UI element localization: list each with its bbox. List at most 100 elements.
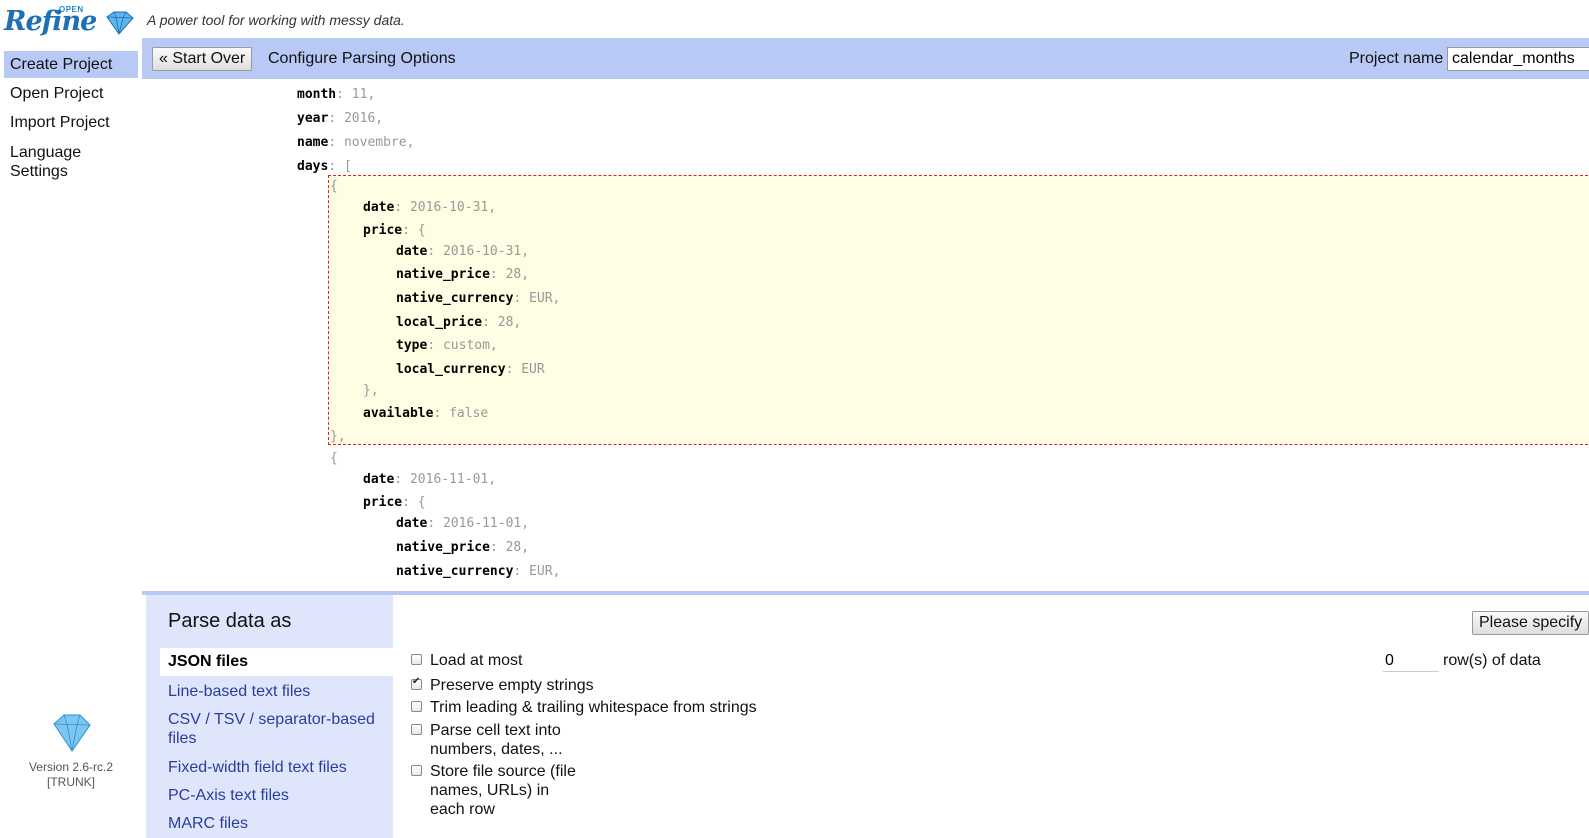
parse-cell-text-checkbox[interactable] (411, 724, 422, 735)
json-key: days (297, 159, 329, 174)
json-line: native_price: 28, (396, 539, 529, 557)
json-line: local_currency: EUR (396, 361, 545, 379)
rows-limit-input[interactable] (1383, 651, 1439, 672)
nav-import-project[interactable]: Import Project (4, 114, 138, 132)
json-value: : 2016-10-31, (427, 244, 530, 259)
version-branch: [TRUNK] (47, 775, 95, 789)
json-value: { (330, 451, 338, 466)
load-at-most-checkbox[interactable] (411, 654, 422, 665)
json-key: available (363, 406, 434, 421)
app-header: OPEN Refine A power tool for working wit… (0, 0, 1589, 38)
json-key: local_currency (396, 362, 506, 377)
please-specify-button[interactable]: Please specify (1472, 611, 1589, 635)
json-value: : 28, (482, 315, 522, 330)
logo-refine-text: Refine (4, 6, 97, 37)
preserve-empty-strings-checkbox[interactable] (411, 676, 422, 690)
rows-label: row(s) of data (1443, 652, 1541, 669)
json-line: native_currency: EUR, (396, 290, 560, 308)
json-key: price (363, 495, 403, 510)
json-key: year (297, 111, 329, 126)
format-json-files[interactable]: JSON files (160, 648, 393, 676)
json-line: local_price: 28, (396, 314, 521, 332)
start-over-button[interactable]: « Start Over (152, 47, 253, 71)
json-value: : EUR, (513, 291, 561, 306)
version-info: Version 2.6-rc.2 [TRUNK] (0, 760, 142, 790)
preserve-empty-strings-label: Preserve empty strings (430, 677, 594, 694)
format-pc-axis[interactable]: PC-Axis text files (168, 786, 383, 805)
json-line: }, (330, 428, 346, 446)
json-key: month (297, 87, 337, 102)
diamond-icon (106, 11, 134, 35)
json-value: : 2016-11-01, (427, 516, 530, 531)
format-csv-tsv[interactable]: CSV / TSV / separator-based files (168, 710, 383, 748)
json-value: : EUR (505, 362, 545, 377)
json-value: : novembre, (328, 135, 415, 150)
json-line: available: false (363, 405, 488, 423)
format-fixed-width[interactable]: Fixed-width field text files (168, 758, 383, 777)
json-value: }, (330, 429, 346, 444)
left-nav: Create Project Open Project Import Proje… (0, 38, 142, 838)
json-key: native_price (396, 267, 490, 282)
json-key: native_price (396, 540, 490, 555)
json-key: name (297, 135, 329, 150)
json-key: date (363, 200, 395, 215)
json-line: }, (363, 382, 379, 400)
tagline: A power tool for working with messy data… (147, 12, 405, 28)
format-line-based[interactable]: Line-based text files (168, 682, 383, 701)
json-line: month: 11, (297, 86, 375, 104)
json-line: date: 2016-11-01, (396, 515, 529, 533)
json-key: date (396, 244, 428, 259)
diamond-icon (53, 714, 91, 752)
nav-language-settings[interactable]: Language Settings (4, 143, 94, 181)
json-key: native_currency (396, 291, 514, 306)
json-preview-panel[interactable]: _ month: 11, year: 2016, name: novembre,… (146, 79, 1589, 591)
store-file-source-label: Store file source (file names, URLs) in … (430, 763, 576, 818)
json-value: : custom, (427, 338, 498, 353)
json-value: : 28, (489, 267, 530, 282)
json-line: name: novembre, (297, 134, 414, 152)
json-value: : 11, (336, 87, 376, 102)
configure-toolbar: « Start Over Configure Parsing Options P… (142, 38, 1589, 79)
record-highlight[interactable] (328, 175, 1589, 445)
json-key: date (396, 516, 428, 531)
json-line: date: 2016-10-31, (396, 243, 529, 261)
trim-whitespace-checkbox[interactable] (411, 701, 422, 712)
project-name-input[interactable] (1447, 47, 1589, 71)
json-line: native_price: 28, (396, 266, 529, 284)
json-line: _ (297, 79, 367, 82)
format-marc[interactable]: MARC files (168, 814, 383, 833)
json-line: days: [ (297, 158, 352, 176)
json-value: : EUR, (513, 564, 561, 579)
json-line: { (330, 178, 338, 196)
store-file-source-checkbox[interactable] (411, 765, 422, 776)
json-key: local_price (396, 315, 483, 330)
json-line: native_currency: EUR, (396, 563, 560, 581)
json-line: { (330, 450, 338, 468)
parse-data-as-heading: Parse data as (168, 610, 292, 632)
json-value: : 2016, (328, 111, 384, 126)
json-value: : 2016-11-01, (394, 472, 497, 487)
json-value: : { (402, 495, 426, 510)
trim-whitespace-label: Trim leading & trailing whitespace from … (430, 699, 757, 716)
json-line: date: 2016-11-01, (363, 471, 496, 489)
json-key: native_currency (396, 564, 514, 579)
json-value: }, (363, 383, 379, 398)
json-line: price: { (363, 494, 426, 512)
json-value: : false (433, 406, 489, 421)
json-key: price (363, 223, 403, 238)
nav-open-project[interactable]: Open Project (4, 85, 138, 103)
json-line: price: { (363, 222, 426, 240)
parse-options-panel: Please specify Load at most row(s) of da… (393, 595, 1589, 838)
json-value: { (330, 179, 338, 194)
project-name-label: Project name (1349, 50, 1444, 67)
json-line: year: 2016, (297, 110, 383, 128)
json-value: : [ (328, 159, 352, 174)
json-value: : 2016-10-31, (394, 200, 497, 215)
openrefine-logo[interactable]: OPEN Refine (4, 2, 134, 37)
nav-create-project[interactable]: Create Project (4, 51, 138, 78)
format-list-panel: Parse data as JSON files Line-based text… (146, 595, 393, 838)
version-number: Version 2.6-rc.2 (28, 760, 114, 774)
load-at-most-label: Load at most (430, 652, 523, 669)
json-line: type: custom, (396, 337, 498, 355)
parse-cell-text-label: Parse cell text into numbers, dates, ... (430, 722, 563, 758)
